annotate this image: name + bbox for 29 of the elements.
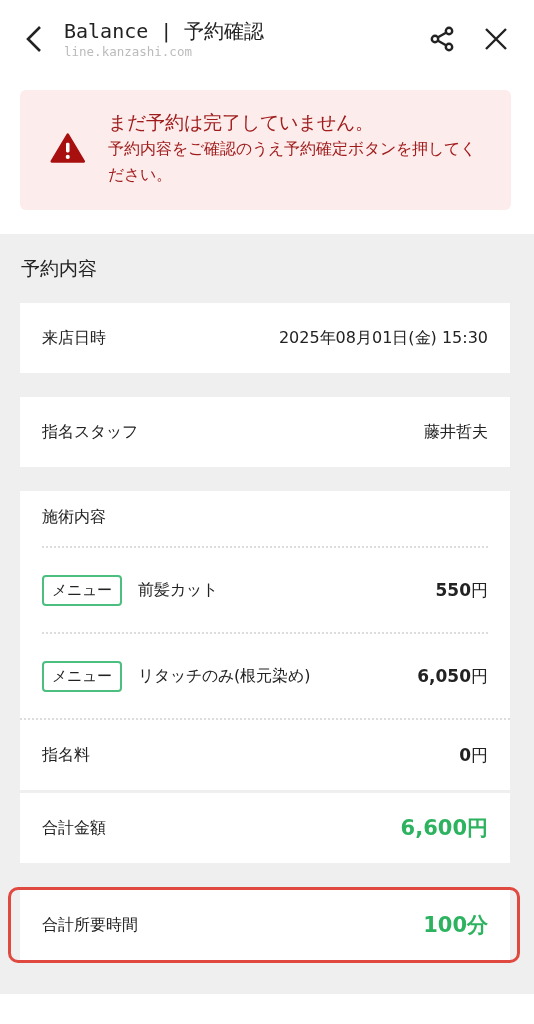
page-title: Balance | 予約確認 bbox=[64, 18, 266, 44]
service-name: 前髪カット bbox=[138, 579, 219, 601]
page-url: line.kanzashi.com bbox=[64, 44, 193, 60]
row-value: 藤井哲夫 bbox=[424, 421, 488, 443]
service-name: リタッチのみ(根元染め) bbox=[138, 665, 312, 687]
close-button[interactable] bbox=[484, 27, 508, 51]
service-price: 550円 bbox=[435, 578, 488, 602]
row-label: 合計所要時間 bbox=[42, 914, 138, 936]
menu-tag: メニュー bbox=[42, 574, 122, 606]
close-icon bbox=[484, 27, 508, 51]
service-price: 6,050円 bbox=[417, 664, 488, 688]
row-value: 2025年08月01日(金) 15:30 bbox=[278, 327, 488, 349]
row-value: 6,600円 bbox=[400, 815, 488, 842]
row-label: 来店日時 bbox=[42, 327, 106, 349]
menu-tag: メニュー bbox=[42, 660, 122, 692]
row-label: 指名料 bbox=[42, 744, 90, 766]
section-title: 予約内容 bbox=[21, 256, 98, 281]
row-value: 0円 bbox=[459, 743, 488, 767]
alert-message: 予約内容をご確認のうえ予約確定ボタンを押してください。 bbox=[107, 138, 477, 186]
row-label: 指名スタッフ bbox=[42, 421, 138, 443]
warning-icon bbox=[50, 131, 86, 165]
row-value: 100分 bbox=[423, 912, 488, 939]
row-label: 施術内容 bbox=[42, 507, 106, 526]
back-icon bbox=[24, 24, 44, 54]
share-button[interactable] bbox=[430, 26, 454, 52]
back-button[interactable] bbox=[24, 24, 44, 54]
row-label: 合計金額 bbox=[42, 817, 106, 839]
share-icon bbox=[430, 26, 454, 52]
alert-title: まだ予約は完了していません。 bbox=[107, 110, 375, 135]
